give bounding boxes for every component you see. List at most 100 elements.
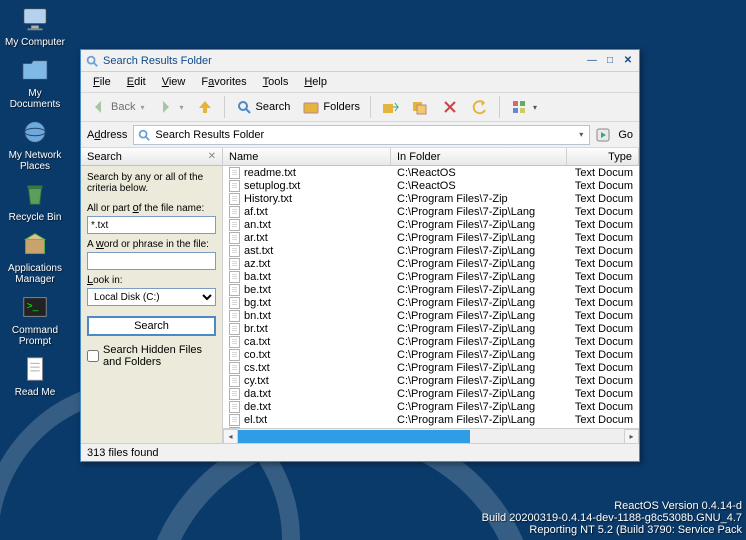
folders-button[interactable]: Folders: [297, 95, 365, 119]
desktop-icon-my-documents[interactable]: My Documents: [3, 54, 67, 110]
menu-file[interactable]: File: [87, 74, 117, 90]
file-name: setuplog.txt: [244, 180, 300, 192]
file-name: br.txt: [244, 323, 268, 335]
result-row[interactable]: be.txtC:\Program Files\7-Zip\LangText Do…: [223, 283, 639, 296]
menu-view[interactable]: View: [156, 74, 192, 90]
menu-help[interactable]: Help: [298, 74, 333, 90]
result-row[interactable]: ba.txtC:\Program Files\7-Zip\LangText Do…: [223, 270, 639, 283]
status-text: 313 files found: [87, 447, 159, 459]
go-label[interactable]: Go: [618, 129, 633, 141]
result-row[interactable]: af.txtC:\Program Files\7-Zip\LangText Do…: [223, 205, 639, 218]
views-button[interactable]: ▾: [505, 95, 542, 119]
menu-tools[interactable]: Tools: [257, 74, 295, 90]
file-name: cy.txt: [244, 375, 269, 387]
phrase-input[interactable]: [87, 252, 216, 270]
phrase-label: A word or phrase in the file:: [87, 238, 216, 250]
copy-to-icon: [411, 98, 429, 116]
result-row[interactable]: br.txtC:\Program Files\7-Zip\LangText Do…: [223, 322, 639, 335]
menu-edit[interactable]: Edit: [121, 74, 152, 90]
lookin-select[interactable]: Local Disk (C:): [87, 288, 216, 306]
result-row[interactable]: ca.txtC:\Program Files\7-Zip\LangText Do…: [223, 335, 639, 348]
search-hidden-checkbox[interactable]: Search Hidden Files and Folders: [87, 344, 216, 368]
back-button[interactable]: Back ▾: [85, 95, 149, 119]
search-button[interactable]: Search: [230, 95, 296, 119]
titlebar[interactable]: Search Results Folder — □ ✕: [81, 50, 639, 72]
dropdown-arrow-icon[interactable]: ▾: [576, 130, 586, 139]
result-row[interactable]: cy.txtC:\Program Files\7-Zip\LangText Do…: [223, 374, 639, 387]
result-row[interactable]: co.txtC:\Program Files\7-Zip\LangText Do…: [223, 348, 639, 361]
result-row[interactable]: de.txtC:\Program Files\7-Zip\LangText Do…: [223, 400, 639, 413]
desktop-icon-my-computer[interactable]: My Computer: [3, 3, 67, 48]
file-folder: C:\Program Files\7-Zip\Lang: [391, 284, 567, 296]
address-input[interactable]: Search Results Folder ▾: [133, 125, 590, 145]
forward-button[interactable]: ▾: [151, 95, 188, 119]
desktop-icon-label: Command Prompt: [3, 325, 67, 347]
result-row[interactable]: el.txtC:\Program Files\7-Zip\LangText Do…: [223, 413, 639, 426]
maximize-button[interactable]: □: [603, 55, 617, 67]
result-row[interactable]: bg.txtC:\Program Files\7-Zip\LangText Do…: [223, 296, 639, 309]
column-name[interactable]: Name: [223, 148, 391, 165]
folders-icon: [302, 98, 320, 116]
desktop-icon-applications-manager[interactable]: Applications Manager: [3, 229, 67, 285]
sysinfo-line: ReactOS Version 0.4.14-d: [482, 500, 742, 512]
column-type[interactable]: Type: [567, 148, 639, 165]
delete-button[interactable]: [436, 95, 464, 119]
close-icon[interactable]: ✕: [208, 151, 216, 162]
sidebar-tab[interactable]: Search✕: [81, 148, 222, 166]
result-row[interactable]: History.txtC:\Program Files\7-ZipText Do…: [223, 192, 639, 205]
move-to-icon: [381, 98, 399, 116]
file-folder: C:\ReactOS: [391, 180, 567, 192]
scroll-right-button[interactable]: ▸: [624, 429, 639, 444]
copy-to-button[interactable]: [406, 95, 434, 119]
result-row[interactable]: da.txtC:\Program Files\7-Zip\LangText Do…: [223, 387, 639, 400]
minimize-button[interactable]: —: [585, 55, 599, 67]
scroll-left-button[interactable]: ◂: [223, 429, 238, 444]
desktop-icon-network-places[interactable]: My Network Places: [3, 116, 67, 172]
file-folder: C:\Program Files\7-Zip\Lang: [391, 310, 567, 322]
text-file-icon: [229, 206, 240, 218]
scroll-thumb[interactable]: [238, 430, 470, 443]
file-name: cs.txt: [244, 362, 270, 374]
horizontal-scrollbar[interactable]: ◂ ▸: [223, 428, 639, 443]
result-row[interactable]: setuplog.txtC:\ReactOSText Docum: [223, 179, 639, 192]
move-to-button[interactable]: [376, 95, 404, 119]
result-row[interactable]: ar.txtC:\Program Files\7-Zip\LangText Do…: [223, 231, 639, 244]
go-icon[interactable]: [594, 126, 612, 144]
file-name: History.txt: [244, 193, 292, 205]
undo-icon: [471, 98, 489, 116]
undo-button[interactable]: [466, 95, 494, 119]
result-row[interactable]: bn.txtC:\Program Files\7-Zip\LangText Do…: [223, 309, 639, 322]
toolbar-separator: [224, 96, 225, 118]
file-type: Text Docum: [567, 232, 639, 244]
search-submit-button[interactable]: Search: [87, 316, 216, 336]
filename-input[interactable]: [87, 216, 216, 234]
result-row[interactable]: readme.txtC:\ReactOSText Docum: [223, 166, 639, 179]
column-folder[interactable]: In Folder: [391, 148, 567, 165]
text-file-icon: [229, 271, 240, 283]
desktop-icon-readme[interactable]: Read Me: [3, 353, 67, 398]
hidden-checkbox[interactable]: [87, 350, 99, 362]
desktop-icon-recycle-bin[interactable]: Recycle Bin: [3, 178, 67, 223]
results-rows: readme.txtC:\ReactOSText Documsetuplog.t…: [223, 166, 639, 428]
result-row[interactable]: az.txtC:\Program Files\7-Zip\LangText Do…: [223, 257, 639, 270]
desktop-icon-label: My Network Places: [3, 150, 67, 172]
file-name: ast.txt: [244, 245, 273, 257]
up-button[interactable]: [191, 95, 219, 119]
result-row[interactable]: an.txtC:\Program Files\7-Zip\LangText Do…: [223, 218, 639, 231]
search-hint: Search by any or all of the criteria bel…: [87, 172, 216, 194]
result-row[interactable]: ast.txtC:\Program Files\7-Zip\LangText D…: [223, 244, 639, 257]
file-folder: C:\Program Files\7-Zip\Lang: [391, 271, 567, 283]
file-type: Text Docum: [567, 206, 639, 218]
file-name: bg.txt: [244, 297, 271, 309]
result-row[interactable]: cs.txtC:\Program Files\7-Zip\LangText Do…: [223, 361, 639, 374]
hidden-label: Search Hidden Files and Folders: [103, 344, 216, 368]
desktop-icon-command-prompt[interactable]: >_ Command Prompt: [3, 291, 67, 347]
scroll-track[interactable]: [238, 429, 624, 444]
file-type: Text Docum: [567, 245, 639, 257]
sysinfo-line: Build 20200319-0.4.14-dev-1188-g8c5308b.…: [482, 512, 742, 524]
close-button[interactable]: ✕: [621, 55, 635, 67]
search-results-window: Search Results Folder — □ ✕ File Edit Vi…: [80, 49, 640, 462]
menu-favorites[interactable]: Favorites: [195, 74, 252, 90]
search-icon: [235, 98, 253, 116]
dropdown-arrow-icon: ▾: [179, 103, 183, 112]
